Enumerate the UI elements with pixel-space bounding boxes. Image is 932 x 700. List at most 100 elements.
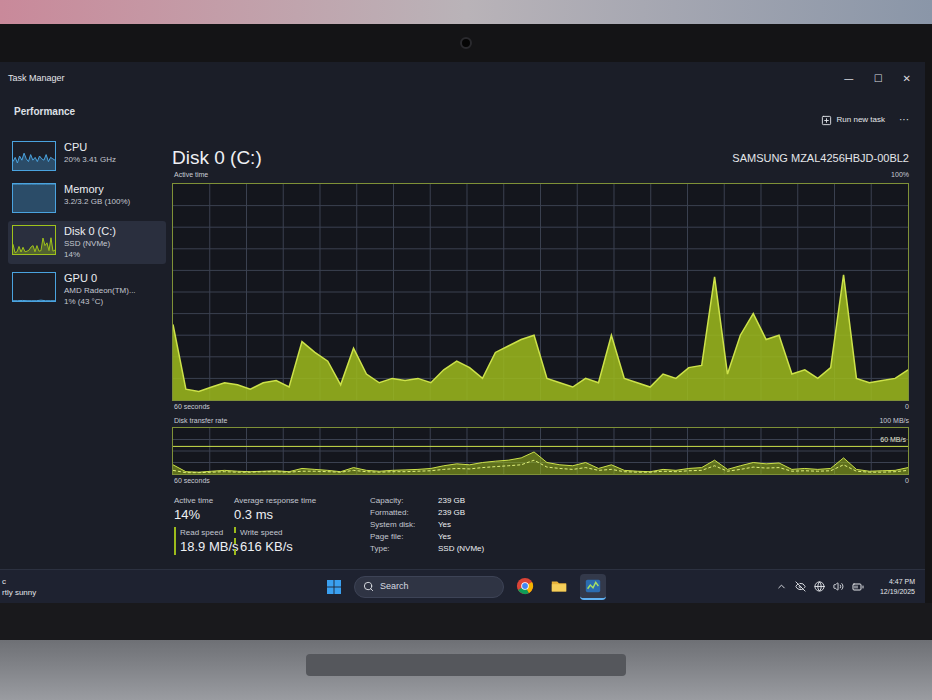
stat: Write speed616 KB/s <box>234 527 346 555</box>
axis-label: 60 seconds <box>174 476 210 487</box>
start-button[interactable] <box>322 575 346 599</box>
chart-label: Disk transfer rate <box>174 416 227 427</box>
screen-row: Task Manager—☐✕PerformanceRun new task··… <box>0 62 932 603</box>
reference-line <box>173 446 908 447</box>
stat-value: 616 KB/s <box>240 538 346 555</box>
sidebar-item-name: CPU <box>64 141 116 154</box>
stat-label: Average response time <box>234 495 346 506</box>
battery-icon[interactable] <box>852 581 864 593</box>
clock-time: 4:47 PM <box>889 577 915 587</box>
properties: Capacity:239 GBFormatted:239 GBSystem di… <box>370 495 484 555</box>
top-bezel <box>0 24 932 62</box>
more-button[interactable]: ··· <box>899 115 909 125</box>
transfer-chart <box>172 427 909 475</box>
window-control-button[interactable]: — <box>844 74 854 84</box>
thumbnail-line <box>13 300 55 302</box>
page-header: PerformanceRun new task··· <box>0 96 925 135</box>
disk-model: SAMSUNG MZAL4256HBJD-00BL2 <box>732 151 909 169</box>
chart-max-label: 100% <box>891 170 909 181</box>
sidebar-thumbnail <box>12 183 56 213</box>
thumbnail-line <box>13 238 55 253</box>
property-label: System disk: <box>370 519 432 531</box>
active-time-chart <box>172 183 909 401</box>
sidebar-item-text: Memory3.2/3.2 GB (100%) <box>64 183 130 207</box>
chart-max-label: 100 MB/s <box>879 416 909 427</box>
window-title: Task Manager <box>8 72 65 86</box>
stat: Active time14% <box>174 495 232 523</box>
speaker-icon[interactable] <box>833 581 844 592</box>
run-new-task-button[interactable]: Run new task <box>821 114 885 126</box>
thumbnail-area <box>13 184 55 212</box>
clock-date: 12/19/2025 <box>880 587 915 597</box>
disk-panel: Disk 0 (C:)SAMSUNG MZAL4256HBJD-00BL2Act… <box>172 135 925 569</box>
disk-title: Disk 0 (C:) <box>172 147 262 169</box>
background-fabric <box>0 0 932 24</box>
property-label: Type: <box>370 543 432 555</box>
window-control-button[interactable]: ✕ <box>903 74 911 84</box>
search-icon <box>363 581 374 592</box>
notification-off-icon[interactable] <box>795 581 806 592</box>
stat-label: Write speed <box>240 527 346 538</box>
weather-text: c <box>2 576 322 587</box>
chevron-up-icon[interactable] <box>776 581 787 592</box>
stats-grid: Active time14%Average response time0.3 m… <box>174 495 346 555</box>
taskbar: crtly sunny Search 4:47 PM12/19/2025 <box>0 569 925 603</box>
title-bar: Task Manager — ☐ ✕ <box>0 62 925 96</box>
thumbnail-area <box>13 300 55 302</box>
sidebar-item[interactable]: CPU20% 3.41 GHz <box>8 137 166 175</box>
active-time-line <box>173 275 908 392</box>
chart-grid <box>173 428 908 474</box>
taskbar-app[interactable] <box>546 574 572 600</box>
weather-text: rtly sunny <box>2 587 322 598</box>
weather-widget[interactable]: crtly sunny <box>0 576 322 598</box>
sidebar-item-detail: 14% <box>64 249 116 260</box>
sidebar-item[interactable]: GPU 0AMD Radeon(TM)...1% (43 °C) <box>8 268 166 311</box>
active-time-header: Active time 100% <box>172 169 909 181</box>
right-bezel <box>925 62 932 603</box>
hinge <box>306 654 626 676</box>
sidebar-item-detail: AMD Radeon(TM)... <box>64 285 136 296</box>
reference-label: 60 MB/s <box>880 436 906 444</box>
taskbar-app[interactable] <box>580 574 606 600</box>
stat-value: 18.9 MB/s <box>180 538 232 555</box>
property-label: Capacity: <box>370 495 432 507</box>
chart-grid <box>173 184 908 400</box>
thumbnail-area <box>13 238 55 254</box>
taskbar-center: Search <box>322 574 606 600</box>
thumbnail-line <box>13 153 55 163</box>
windows-icon <box>327 580 341 594</box>
chrome-icon <box>516 577 534 595</box>
globe-icon[interactable] <box>814 581 825 592</box>
body: CPU20% 3.41 GHz Memory3.2/3.2 GB (100%) Di… <box>0 135 925 569</box>
sidebar-thumbnail <box>12 141 56 171</box>
sidebar-item-detail: 20% 3.41 GHz <box>64 154 116 165</box>
system-tray: 4:47 PM12/19/2025 <box>776 577 925 597</box>
sidebar-item-name: Memory <box>64 183 130 196</box>
window-control-button[interactable]: ☐ <box>874 74 883 84</box>
property-value: SSD (NVMe) <box>438 543 484 555</box>
clock[interactable]: 4:47 PM12/19/2025 <box>880 577 915 597</box>
window-controls: — ☐ ✕ <box>844 74 911 84</box>
transfer-axis: 60 seconds0 <box>172 475 909 487</box>
search-box[interactable]: Search <box>354 576 504 598</box>
taskbar-app[interactable] <box>512 574 538 600</box>
stats-area: Active time14%Average response time0.3 m… <box>172 487 909 555</box>
sidebar-item-name: Disk 0 (C:) <box>64 225 116 238</box>
folder-icon <box>550 577 568 595</box>
sidebar-item[interactable]: Disk 0 (C:)SSD (NVMe)14% <box>8 221 166 264</box>
sidebar-item-detail: 1% (43 °C) <box>64 296 136 307</box>
sidebar-item-text: Disk 0 (C:)SSD (NVMe)14% <box>64 225 116 260</box>
read-series <box>173 452 908 474</box>
thumbnail-area <box>13 153 55 170</box>
photo: Task Manager—☐✕PerformanceRun new task··… <box>0 0 932 700</box>
property-value: 239 GB <box>438 507 484 519</box>
stat-value: 0.3 ms <box>234 506 346 523</box>
sidebar-item[interactable]: Memory3.2/3.2 GB (100%) <box>8 179 166 217</box>
search-placeholder: Search <box>380 580 409 594</box>
axis-label: 60 seconds <box>174 402 210 413</box>
disk-heading: Disk 0 (C:) SAMSUNG MZAL4256HBJD-00BL2 <box>172 143 909 169</box>
property-value: Yes <box>438 519 484 531</box>
chart-label: Active time <box>174 170 208 181</box>
stat: Read speed18.9 MB/s <box>174 527 232 555</box>
sidebar-thumbnail <box>12 272 56 302</box>
